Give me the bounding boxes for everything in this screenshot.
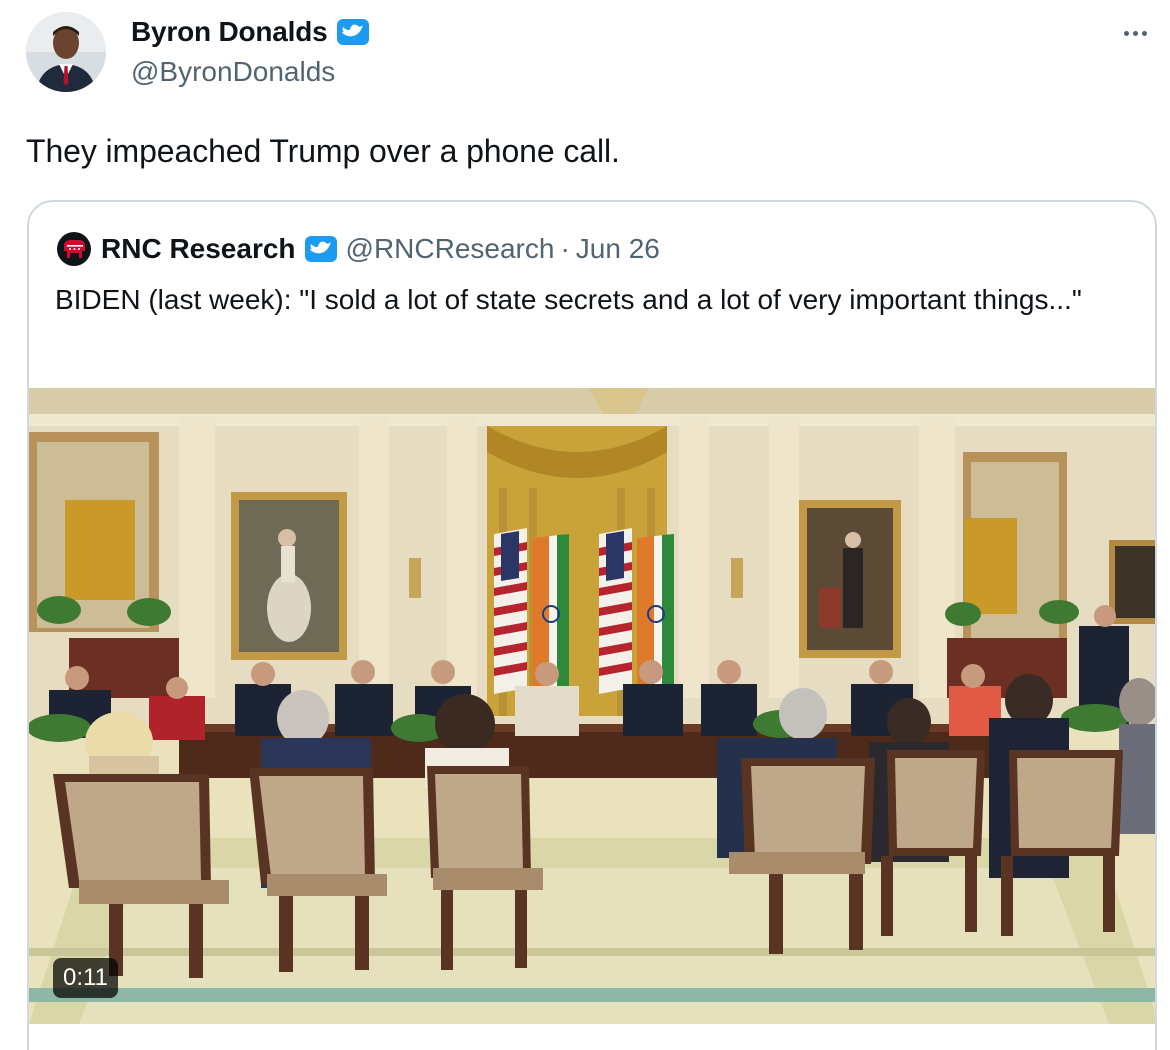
separator-dot: · xyxy=(560,233,570,264)
quoted-tweet[interactable]: RNC Research @RNCResearch · Jun 26 BIDEN… xyxy=(27,200,1157,1050)
avatar[interactable] xyxy=(26,12,106,92)
video-duration-badge: 0:11 xyxy=(53,958,118,998)
tweet-text: They impeached Trump over a phone call. xyxy=(26,133,620,169)
quoted-author-handle[interactable]: @RNCResearch xyxy=(346,233,555,265)
quoted-tweet-date[interactable]: Jun 26 xyxy=(576,233,660,265)
author-handle[interactable]: @ByronDonalds xyxy=(131,56,335,88)
author-name[interactable]: Byron Donalds xyxy=(131,16,370,48)
quoted-author-name[interactable]: RNC Research xyxy=(101,233,296,265)
verified-badge-icon xyxy=(336,17,370,47)
author-name-text[interactable]: Byron Donalds xyxy=(131,16,328,48)
verified-badge-icon xyxy=(304,234,338,264)
rnc-elephant-icon[interactable] xyxy=(57,232,91,266)
video-thumbnail xyxy=(29,388,1155,1024)
video-player[interactable]: 0:11 xyxy=(29,388,1155,1024)
more-options-icon[interactable] xyxy=(1118,16,1152,50)
quoted-tweet-header: RNC Research @RNCResearch · Jun 26 xyxy=(57,232,660,266)
quoted-tweet-text: BIDEN (last week): "I sold a lot of stat… xyxy=(55,284,1082,315)
